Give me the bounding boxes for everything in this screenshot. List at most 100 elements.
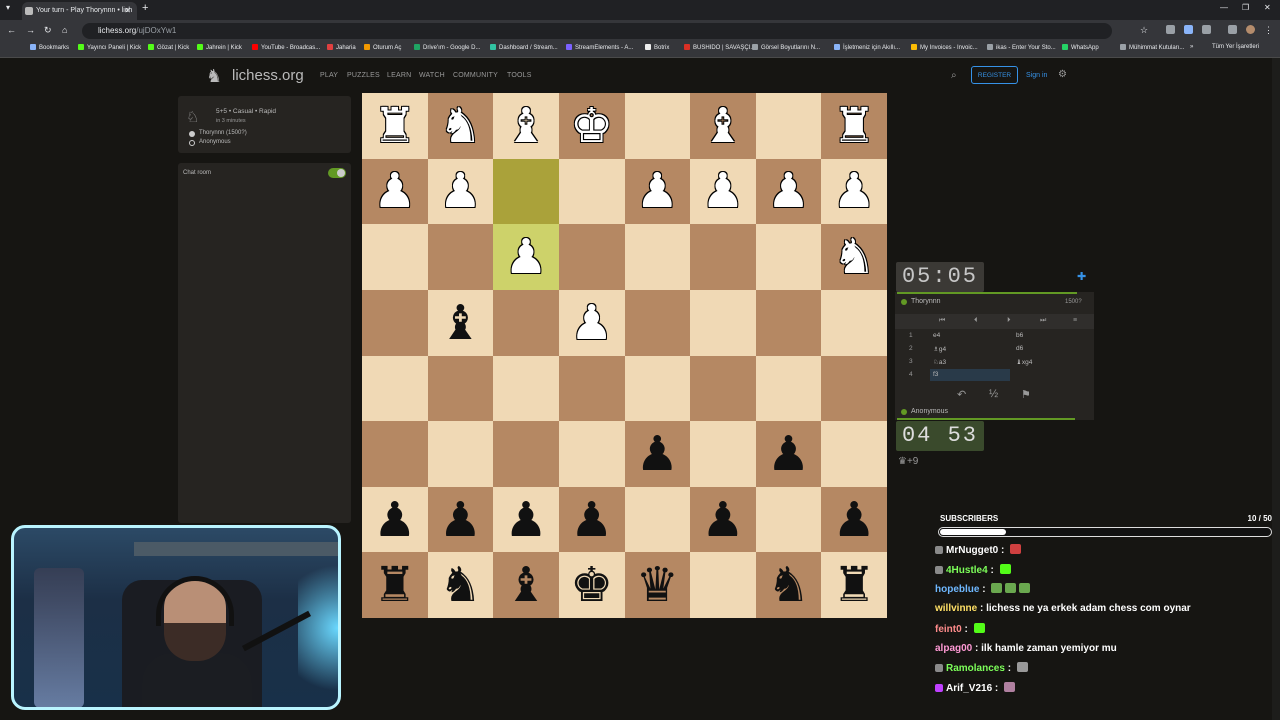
board-square[interactable]: ♝ <box>493 93 559 159</box>
board-square[interactable]: ♟ <box>690 486 756 553</box>
board-square[interactable]: ♟ <box>493 224 559 290</box>
white-king-icon[interactable]: ♚ <box>570 102 613 150</box>
board-square[interactable]: ♟ <box>362 486 428 553</box>
board-square[interactable] <box>493 289 559 356</box>
bookmark-item[interactable]: İşletmeniz için Akıllı... <box>834 44 900 51</box>
search-icon[interactable]: ⌕ <box>951 70 957 81</box>
offer-draw-button[interactable]: ½ <box>989 388 998 400</box>
black-move[interactable]: b6 <box>1016 332 1023 339</box>
gear-icon[interactable]: ⚙ <box>1058 69 1067 80</box>
white-rook-icon[interactable]: ♜ <box>833 102 876 150</box>
board-square[interactable] <box>624 93 691 159</box>
bookmark-item[interactable]: Yayıncı Paneli | Kick <box>78 44 141 51</box>
board-square[interactable] <box>690 355 756 422</box>
extension-icon[interactable] <box>1184 25 1193 34</box>
board-square[interactable]: ♜ <box>362 552 428 618</box>
board-square[interactable]: ♚ <box>558 552 625 618</box>
hamburger-menu-icon[interactable]: ≡ <box>1073 317 1077 324</box>
lichess-knight-logo-icon[interactable]: ♞ <box>206 66 222 87</box>
black-pawn-icon[interactable]: ♟ <box>636 430 679 478</box>
black-pawn-icon[interactable]: ♟ <box>373 496 416 544</box>
black-pawn-icon[interactable]: ♟ <box>505 496 548 544</box>
board-square[interactable]: ♚ <box>558 93 625 159</box>
profile-avatar[interactable] <box>1246 25 1255 34</box>
board-square[interactable] <box>690 224 756 290</box>
board-square[interactable]: ♟ <box>690 158 756 225</box>
nav-play[interactable]: PLAY <box>320 72 338 79</box>
board-square[interactable]: ♟ <box>427 486 494 553</box>
back-icon[interactable]: ← <box>7 25 16 35</box>
white-rook-icon[interactable]: ♜ <box>373 102 416 150</box>
board-square[interactable] <box>755 93 822 159</box>
bookmark-item[interactable]: WhatsApp <box>1062 44 1099 51</box>
board-square[interactable] <box>821 289 887 356</box>
nav-puzzles[interactable]: PUZZLES <box>347 72 380 79</box>
top-player-name[interactable]: Thorynnn <box>911 298 941 305</box>
board-square[interactable]: ♟ <box>493 486 559 553</box>
bookmark-item[interactable]: BUSHIDO | SAVAŞÇI... <box>684 44 755 51</box>
white-pawn-icon[interactable]: ♟ <box>767 167 810 215</box>
board-square[interactable] <box>755 289 822 356</box>
more-bookmarks-icon[interactable]: » <box>1190 44 1193 50</box>
page-scrollbar[interactable] <box>1272 58 1280 720</box>
board-square[interactable] <box>427 355 494 422</box>
board-square[interactable]: ♛ <box>624 552 691 618</box>
black-move[interactable]: ♝xg4 <box>1016 358 1032 366</box>
sidebar-icon[interactable] <box>1228 25 1237 34</box>
extension-icon[interactable] <box>1166 25 1175 34</box>
white-pawn-icon[interactable]: ♟ <box>570 299 613 347</box>
bookmark-item[interactable]: My Invoices - Invoic... <box>911 44 978 51</box>
black-knight-icon[interactable]: ♞ <box>439 561 482 609</box>
board-square[interactable]: ♟ <box>755 421 822 487</box>
bookmark-item[interactable]: ikas - Enter Your Sto... <box>987 44 1056 51</box>
forward-icon[interactable]: → <box>26 25 35 35</box>
white-pawn-icon[interactable]: ♟ <box>701 167 744 215</box>
takeback-icon[interactable]: ↶ <box>957 388 966 401</box>
black-bishop-icon[interactable]: ♝ <box>505 561 548 609</box>
white-pawn-icon[interactable]: ♟ <box>833 167 876 215</box>
bookmark-item[interactable]: Görsel Boyutlarını N... <box>752 44 820 51</box>
home-icon[interactable]: ⌂ <box>62 25 67 35</box>
board-square[interactable] <box>558 224 625 290</box>
bookmark-item[interactable]: YouTube - Broadcas... <box>252 44 320 51</box>
bookmark-item[interactable]: Drive'ım - Google D... <box>414 44 481 51</box>
white-pawn-icon[interactable]: ♟ <box>505 233 548 281</box>
board-square[interactable] <box>755 486 822 553</box>
board-square[interactable]: ♟ <box>624 421 691 487</box>
board-square[interactable] <box>755 355 822 422</box>
board-square[interactable]: ♟ <box>821 486 887 553</box>
register-button[interactable]: REGISTER <box>971 66 1018 84</box>
black-knight-icon[interactable]: ♞ <box>767 561 810 609</box>
resign-flag-icon[interactable]: ⚑ <box>1021 388 1031 401</box>
bookmark-item[interactable]: StreamElements - A... <box>566 44 633 51</box>
board-square[interactable] <box>362 355 428 422</box>
black-queen-icon[interactable]: ♛ <box>636 561 679 609</box>
white-pawn-icon[interactable]: ♟ <box>373 167 416 215</box>
chess-board[interactable]: ♜ ♞ ♝ ♚ ♝ ♜ ♟ ♟ ♟ ♟ ♟ ♟ ♟ ♞ ♝ ♟ ♟ ♟ ♟ ♟ ♟ ♟ ♟ ♟ ♜ ♞ ♝ ♚ ♛ ♞ ♜ <box>362 93 887 618</box>
board-square[interactable] <box>755 224 822 290</box>
new-tab-icon[interactable]: + <box>142 2 148 14</box>
minimize-icon[interactable]: — <box>1220 3 1228 12</box>
board-square[interactable] <box>624 289 691 356</box>
white-move[interactable]: e4 <box>933 332 940 339</box>
browser-menu-icon[interactable]: ⋮ <box>1264 25 1273 36</box>
board-square[interactable]: ♟ <box>558 486 625 553</box>
board-square[interactable] <box>362 289 428 356</box>
board-square[interactable] <box>690 289 756 356</box>
board-square[interactable] <box>362 224 428 290</box>
black-bishop-icon[interactable]: ♝ <box>439 299 482 347</box>
board-square[interactable] <box>624 355 691 422</box>
board-square[interactable]: ♞ <box>821 224 887 290</box>
board-square[interactable]: ♟ <box>427 158 494 225</box>
board-square[interactable] <box>558 421 625 487</box>
board-square[interactable] <box>558 355 625 422</box>
white-move[interactable]: ♘a3 <box>933 358 946 366</box>
board-square[interactable]: ♜ <box>362 93 428 159</box>
puzzle-extensions-icon[interactable] <box>1202 25 1211 34</box>
close-tab-icon[interactable]: ✕ <box>124 2 131 20</box>
black-rook-icon[interactable]: ♜ <box>373 561 416 609</box>
nav-tools[interactable]: TOOLS <box>507 72 532 79</box>
white-move[interactable]: f3 <box>930 369 1010 381</box>
black-pawn-icon[interactable]: ♟ <box>701 496 744 544</box>
board-square[interactable] <box>362 421 428 487</box>
